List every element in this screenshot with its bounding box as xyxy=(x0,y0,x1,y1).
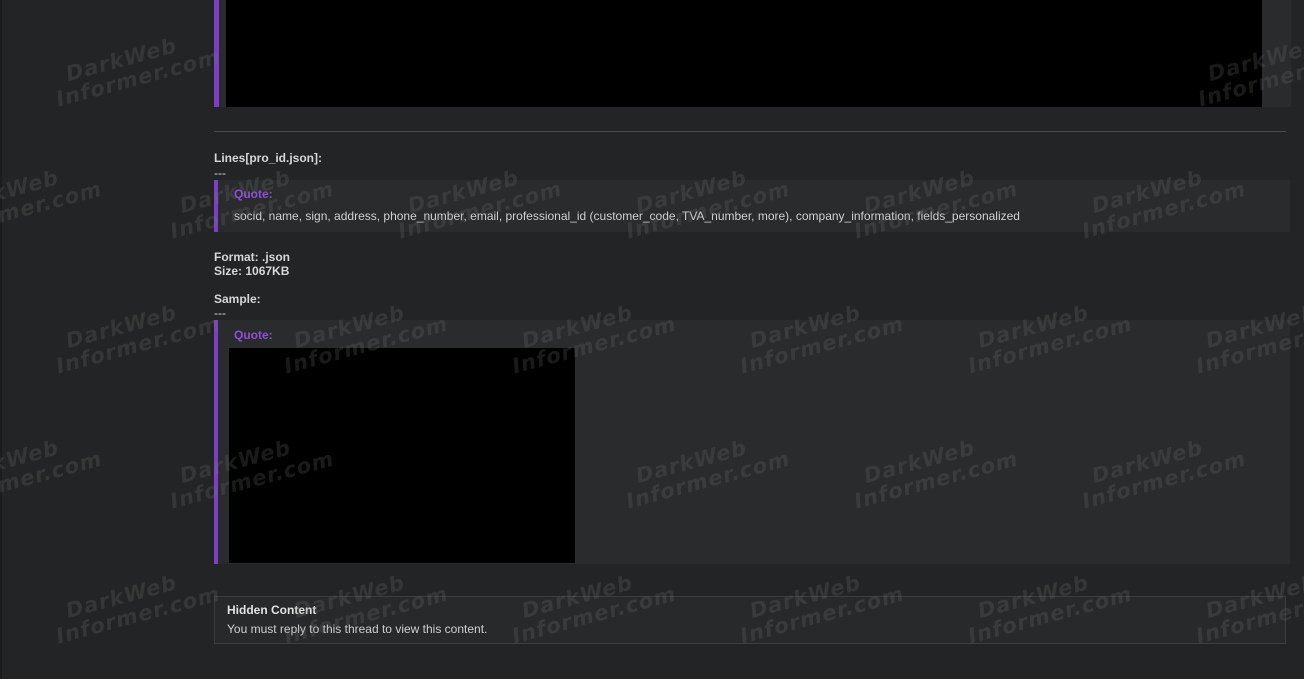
watermark: DarkWeb Informer.com xyxy=(53,300,223,379)
redacted-image xyxy=(226,0,1262,107)
watermark: DarkWeb Informer.com xyxy=(53,570,223,649)
separator: --- xyxy=(214,166,226,180)
hidden-content-message: You must reply to this thread to view th… xyxy=(227,622,488,636)
redacted-sample-image xyxy=(229,348,575,563)
redacted-quote-block xyxy=(214,0,1291,107)
size-line: Size: 1067KB xyxy=(214,264,290,278)
fields-quote: Quote: socid, name, sign, address, phone… xyxy=(214,180,1290,232)
hidden-content-box: Hidden Content You must reply to this th… xyxy=(214,596,1286,644)
quote-title: Quote: xyxy=(234,187,273,201)
watermark: DarkWeb Informer.com xyxy=(53,33,223,112)
section-divider xyxy=(214,131,1286,132)
quote-title: Quote: xyxy=(234,328,273,342)
watermark: DarkWeb Informer.com xyxy=(0,165,105,244)
sample-quote: Quote: xyxy=(214,320,1290,564)
lines-label: Lines[pro_id.json]: xyxy=(214,151,322,165)
post-body: Lines[pro_id.json]: --- Quote: socid, na… xyxy=(214,0,1291,679)
page-left-border xyxy=(0,0,2,679)
sample-label: Sample: xyxy=(214,292,261,306)
format-line: Format: .json xyxy=(214,250,291,264)
fields-list-text: socid, name, sign, address, phone_number… xyxy=(234,209,1020,223)
watermark: DarkWeb Informer.com xyxy=(0,435,105,514)
hidden-content-title: Hidden Content xyxy=(227,603,317,617)
separator: --- xyxy=(214,306,226,320)
